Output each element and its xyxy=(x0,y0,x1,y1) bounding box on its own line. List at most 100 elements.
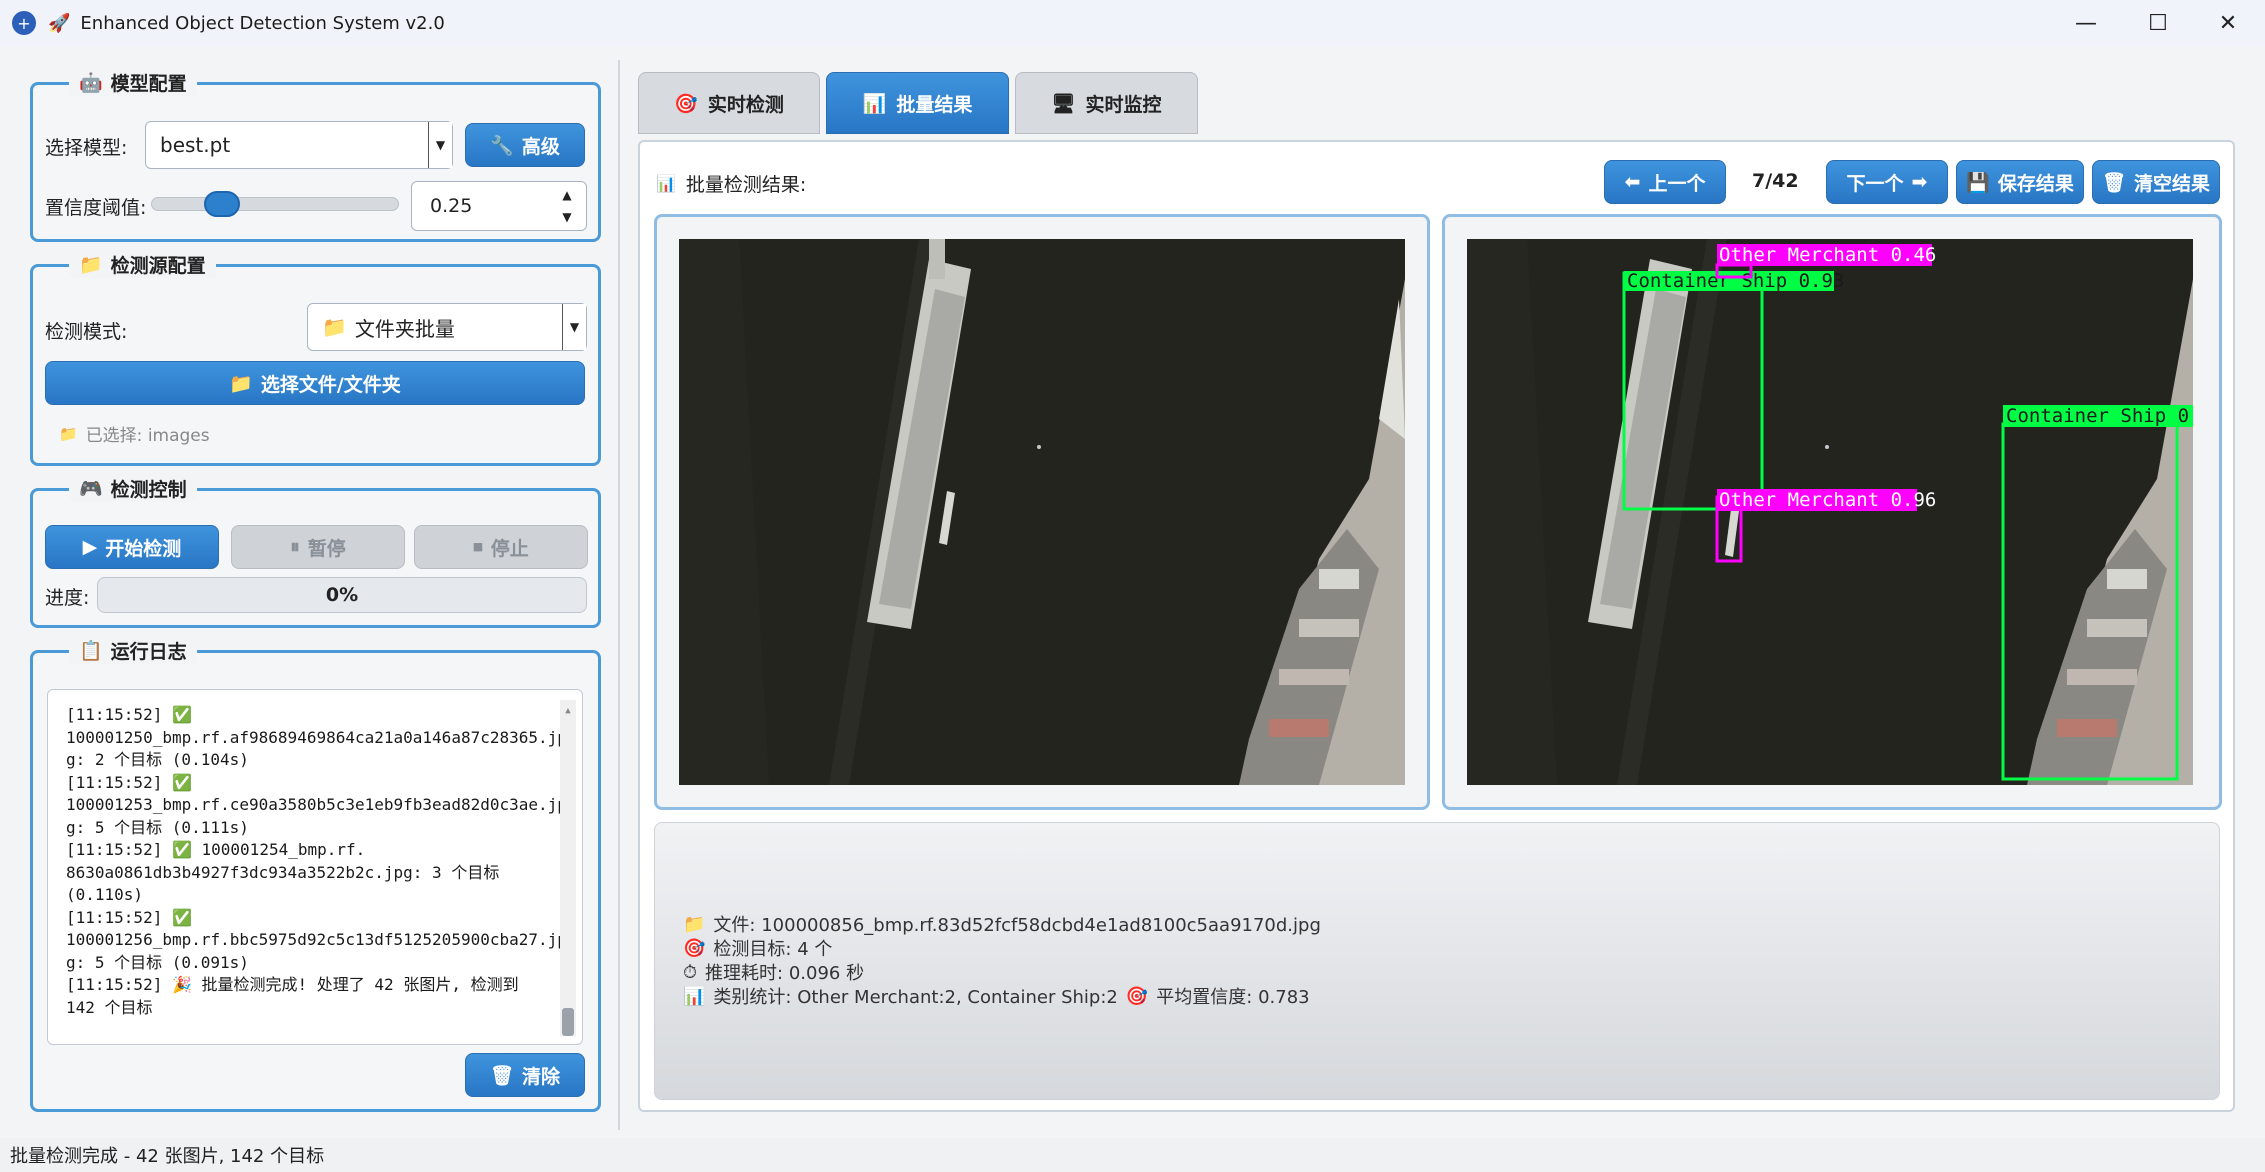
clear-log-label: 清除 xyxy=(522,1065,561,1088)
pause-button[interactable]: ⏸ 暂停 xyxy=(231,525,405,569)
stop-label: 停止 xyxy=(490,537,529,560)
save-icon: 💾 xyxy=(1966,171,1990,194)
maximize-button[interactable]: ☐ xyxy=(2124,0,2192,46)
spin-down-icon[interactable]: ▼ xyxy=(552,207,582,227)
log-line: [11:15:52] ✅ xyxy=(66,772,192,792)
info-targets: 🎯 检测目标: 4 个 xyxy=(683,935,832,961)
log-line: g: 2 个目标 (0.104s) xyxy=(66,750,249,769)
detect-control-group: 🎮 检测控制 ▶ 开始检测 ⏸ 暂停 ⏹ 停止 进度: 0% xyxy=(30,475,601,628)
select-files-label: 选择文件/文件夹 xyxy=(260,373,401,396)
batch-header-label: 批量检测结果: xyxy=(685,174,807,196)
prev-button[interactable]: ⬅ 上一个 xyxy=(1604,160,1726,204)
log-line: [11:15:52] 🎉 批量检测完成! 处理了 42 张图片, 检测到 xyxy=(66,975,519,994)
start-detect-button[interactable]: ▶ 开始检测 xyxy=(45,525,219,569)
save-results-button[interactable]: 💾 保存结果 xyxy=(1956,160,2084,204)
log-line: (0.110s) xyxy=(66,885,144,904)
close-button[interactable]: ✕ xyxy=(2194,0,2262,46)
log-scrollbar[interactable]: ▲ xyxy=(560,700,576,1036)
tab-batch-results[interactable]: 📊 批量结果 xyxy=(826,72,1009,134)
log-title: 运行日志 xyxy=(110,641,187,663)
pause-icon: ⏸ xyxy=(290,536,300,558)
detection-label: Other Merchant 0.96 xyxy=(1719,489,1936,511)
detection-label: Container Ship 0.93 xyxy=(1627,270,1844,292)
model-config-title: 模型配置 xyxy=(110,73,187,95)
scroll-thumb[interactable] xyxy=(562,1008,574,1036)
select-files-button[interactable]: 📁 选择文件/文件夹 xyxy=(45,361,585,405)
info-file: 📁 文件: 100000856_bmp.rf.83d52fcf58dcbd4e1… xyxy=(683,911,1321,937)
selected-path-text: 已选择: images xyxy=(85,426,210,446)
info-time: ⏱ 推理耗时: 0.096 秒 xyxy=(683,959,864,985)
clipboard-icon: 📋 xyxy=(79,640,103,662)
stop-button[interactable]: ⏹ 停止 xyxy=(414,525,588,569)
detection-label: Other Merchant 0.46 xyxy=(1719,244,1936,266)
info-stats: 📊 类别统计: Other Merchant:2, Container Ship… xyxy=(683,983,1310,1009)
target-icon: 🎯 xyxy=(1125,985,1149,1007)
batch-header: 📊 批量检测结果: xyxy=(656,170,806,197)
folder-icon: 📁 xyxy=(322,315,347,339)
log-line: 142 个目标 xyxy=(66,997,153,1017)
next-label: 下一个 xyxy=(1846,172,1904,195)
model-select[interactable]: best.pt ▼ xyxy=(145,121,453,169)
folder-icon: 📁 xyxy=(229,372,253,395)
clear-results-button[interactable]: 🗑 清空结果 xyxy=(2092,160,2220,204)
detection-image-frame: Container Ship 0.93 Other Merchant 0.46 … xyxy=(1442,214,2222,810)
info-avg-conf-text: 平均置信度: 0.783 xyxy=(1156,987,1310,1008)
spin-up-icon[interactable]: ▲ xyxy=(552,185,582,205)
tab-label: 实时监控 xyxy=(1085,93,1162,116)
log-line: [11:15:52] ✅ 100001254_bmp.rf. xyxy=(66,840,366,859)
log-line: 8630a0861db3b4927f3dc934a3522b2c.jpg: 3 … xyxy=(66,862,500,882)
timer-icon: ⏱ xyxy=(683,961,698,983)
advanced-button-label: 高级 xyxy=(521,135,560,158)
log-line: [11:15:52] ✅ xyxy=(66,907,192,927)
monitor-icon: 🖥 xyxy=(1051,92,1076,115)
clear-log-button[interactable]: 🗑 清除 xyxy=(465,1053,585,1097)
confidence-slider[interactable] xyxy=(151,197,399,211)
detection-label: Container Ship 0.7 xyxy=(2006,405,2193,427)
detect-control-title: 检测控制 xyxy=(110,479,187,501)
tab-realtime-monitor[interactable]: 🖥 实时监控 xyxy=(1015,72,1198,134)
gamepad-icon: 🎮 xyxy=(79,478,103,500)
scroll-up-icon[interactable]: ▲ xyxy=(560,700,576,716)
start-detect-label: 开始检测 xyxy=(105,537,182,560)
model-value: best.pt xyxy=(160,133,231,157)
log-line: 100001253_bmp.rf.ce90a3580b5c3e1eb9fb3ea… xyxy=(66,795,567,814)
confidence-slider-handle[interactable] xyxy=(204,191,240,217)
next-button[interactable]: 下一个 ➡ xyxy=(1826,160,1948,204)
panel-splitter[interactable] xyxy=(618,60,620,1130)
mode-value: 文件夹批量 xyxy=(354,316,455,341)
minimize-button[interactable]: — xyxy=(2052,0,2120,46)
log-group: 📋 运行日志 [11:15:52] ✅ 100001250_bmp.rf.af98… xyxy=(30,637,601,1112)
info-stats-text: 类别统计: Other Merchant:2, Container Ship:2 xyxy=(713,987,1118,1008)
original-image-frame xyxy=(654,214,1430,810)
info-targets-text: 检测目标: 4 个 xyxy=(713,939,833,960)
mode-select[interactable]: 📁 文件夹批量 ▼ xyxy=(307,303,587,351)
status-text: 批量检测完成 - 42 张图片, 142 个目标 xyxy=(10,1146,325,1167)
info-time-text: 推理耗时: 0.096 秒 xyxy=(705,963,865,984)
detection-image: Container Ship 0.93 Other Merchant 0.46 … xyxy=(1467,239,2193,785)
chart-icon: 📊 xyxy=(862,92,887,115)
log-lines: [11:15:52] ✅ 100001250_bmp.rf.af986894698… xyxy=(66,704,568,1019)
log-line: 100001250_bmp.rf.af98689469864ca21a0a146… xyxy=(66,727,567,747)
rocket-icon: 🚀 xyxy=(48,12,71,34)
advanced-button[interactable]: 🔧 高级 xyxy=(465,123,585,167)
mode-label: 检测模式: xyxy=(45,321,128,343)
arrow-right-icon: ➡ xyxy=(1911,171,1928,193)
title-bar: + 🚀 Enhanced Object Detection System v2.… xyxy=(0,0,2265,46)
batch-results-panel: 📊 批量检测结果: ⬅ 上一个 7/42 下一个 ➡ 💾 保存结果 🗑 清空结果 xyxy=(638,140,2235,1112)
trash-icon: 🗑 xyxy=(2101,171,2127,194)
chart-icon: 📊 xyxy=(683,985,706,1007)
play-icon: ▶ xyxy=(82,536,98,558)
wrench-icon: 🔧 xyxy=(490,134,514,157)
log-output[interactable]: [11:15:52] ✅ 100001250_bmp.rf.af986894698… xyxy=(47,689,583,1045)
tab-label: 实时检测 xyxy=(707,93,784,116)
chevron-down-icon[interactable]: ▼ xyxy=(562,304,586,350)
confidence-value: 0.25 xyxy=(430,195,473,217)
stop-icon: ⏹ xyxy=(473,536,483,558)
chevron-down-icon[interactable]: ▼ xyxy=(428,122,452,168)
app-icon: + xyxy=(12,11,36,35)
robot-icon: 🤖 xyxy=(79,72,103,94)
status-bar: 批量检测完成 - 42 张图片, 142 个目标 xyxy=(0,1138,2265,1172)
confidence-spinbox[interactable]: 0.25 ▲ ▼ xyxy=(411,181,587,231)
target-icon: 🎯 xyxy=(683,937,706,959)
tab-realtime-detect[interactable]: 🎯 实时检测 xyxy=(638,72,820,134)
